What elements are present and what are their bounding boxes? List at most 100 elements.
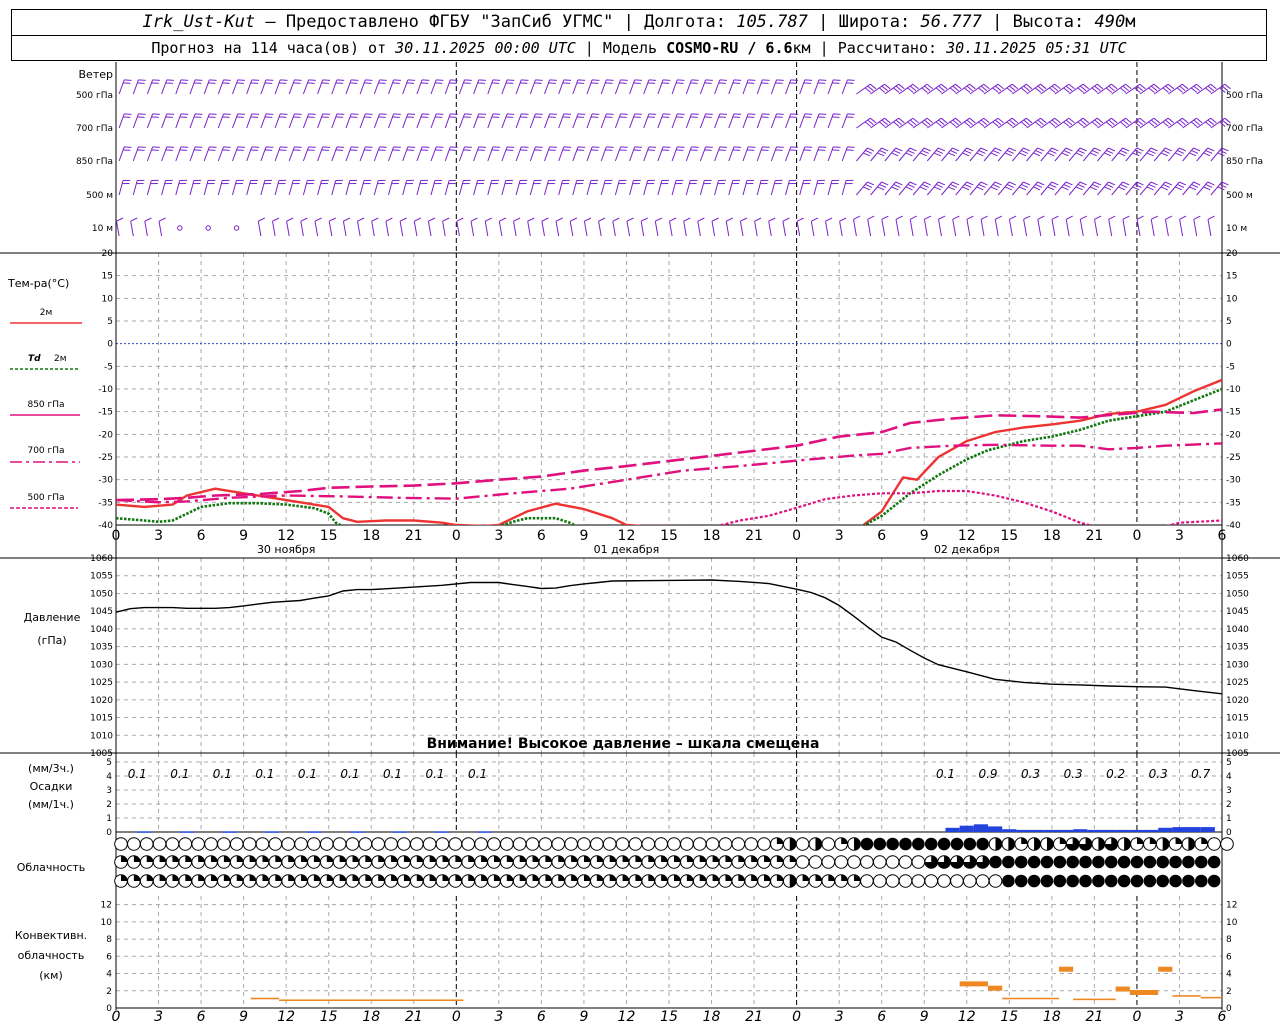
wind-barb [359, 79, 373, 95]
temp-tick-label-right: -20 [1226, 430, 1241, 440]
cloud-fraction-fill [1136, 837, 1144, 844]
cloud-cover-icon [281, 855, 295, 869]
precip-bar [1144, 829, 1159, 832]
cloud-cover-icon [1002, 874, 1015, 888]
wind-barb [742, 79, 756, 95]
wind-barb [527, 217, 535, 237]
cloud-fraction-fill [121, 855, 128, 862]
wind-barb [544, 79, 557, 95]
wind-barb [373, 179, 386, 196]
cloud-cover-icon [1207, 855, 1221, 869]
pressure-tick-label: 1020 [90, 696, 113, 706]
wind-barb [841, 146, 855, 162]
wind-barb [385, 217, 393, 237]
wind-level-850hpa: 850 гПа [76, 157, 113, 167]
cloud-cover-icon [422, 837, 437, 851]
wind-barb [1026, 181, 1045, 196]
wind-barb [870, 147, 889, 162]
wind-barb [756, 113, 770, 129]
wind-barb [246, 113, 260, 129]
cloud-cover-icon [114, 874, 128, 888]
wind-barb [203, 113, 217, 129]
wind-barb [643, 146, 657, 162]
wind-level-500hpa: 500 гПа [76, 91, 113, 101]
hour-tick-label: 9 [579, 528, 588, 544]
pressure-tick-label-right: 1060 [1226, 554, 1249, 564]
cloud-fraction-fill [352, 855, 359, 862]
wind-barb [331, 113, 345, 129]
cloud-outline [512, 837, 527, 851]
wind-barb [657, 113, 671, 129]
cloud-fraction-fill [378, 855, 385, 862]
hour-tick-label-bottom: 15 [660, 1009, 678, 1024]
cloud-cover-icon [782, 837, 797, 851]
wind-barb [317, 79, 331, 95]
wind-barb [614, 113, 628, 129]
wind-calm-circle [233, 225, 240, 231]
cloud-outline [924, 874, 939, 888]
cloud-cover-icon [1182, 874, 1195, 888]
cloud-cover-icons [114, 837, 1234, 888]
precip-bar [959, 825, 974, 832]
precip-bar [137, 831, 152, 833]
wind-barb [331, 179, 343, 196]
cloud-fraction-fill [725, 855, 732, 862]
cloud-fraction-fill [468, 855, 475, 862]
precip-bar [1044, 829, 1059, 832]
wind-barb [302, 179, 315, 196]
cloud-fraction-fill [365, 874, 372, 881]
cloud-overcast [1066, 855, 1079, 869]
cloud-overcast [1104, 874, 1118, 888]
cloud-fraction-fill [506, 855, 514, 862]
cloud-fraction-fill [146, 855, 154, 862]
cloud-cover-icon [319, 837, 334, 851]
precip-bar [1030, 829, 1045, 832]
wind-barb [912, 181, 931, 196]
cloud-cover-icon [178, 837, 193, 851]
cloud-outline [898, 874, 913, 888]
pressure-tick-label: 1025 [90, 678, 113, 688]
cloud-outline [551, 837, 566, 851]
wind-barb [232, 179, 244, 196]
precip-tick-label-right: 2 [1226, 800, 1232, 810]
hour-tick-label-bottom: 21 [745, 1009, 763, 1024]
wind-barb [371, 217, 379, 237]
cloud-fraction-fill [854, 874, 861, 881]
convective-bar [1172, 995, 1201, 997]
cloud-overcast [1130, 855, 1144, 869]
cloud-cover-icon [1156, 874, 1169, 888]
cloud-fraction-fill [1149, 837, 1157, 844]
cloud-cover-icon [538, 874, 553, 888]
cloud-overcast [873, 837, 887, 851]
convective-bar [1073, 998, 1116, 1001]
cloud-fraction-fill [236, 855, 244, 862]
wind-barb [1068, 181, 1087, 196]
cloud-fraction-fill [558, 874, 565, 881]
wind-barb [1082, 181, 1102, 196]
cloud-outline [139, 837, 154, 851]
cloud-cover-icon [268, 837, 283, 851]
cloud-cover-icon [692, 874, 707, 888]
pressure-tick-label: 1010 [90, 731, 113, 741]
temp-tick-label: 20 [102, 249, 114, 259]
cloud-cover-icon [178, 874, 193, 888]
wind-barb [558, 113, 572, 129]
wind-barb [697, 217, 705, 237]
wind-barb [118, 113, 132, 129]
wind-barb [161, 179, 173, 196]
wind-barb [756, 79, 770, 95]
legend-td-symbol: Td [28, 354, 41, 364]
cloud-cover-icon [191, 874, 205, 888]
wind-barb [600, 79, 614, 95]
wind-barb [430, 146, 444, 162]
cloud-fraction-fill [172, 874, 179, 881]
wind-barb [799, 179, 811, 196]
hour-tick-label: 12 [958, 528, 976, 544]
cloud-cover-icon [963, 837, 977, 851]
temp-tick-label-right: 0 [1226, 340, 1232, 350]
wind-barb [600, 146, 614, 162]
cloud-cover-icon [1066, 855, 1079, 869]
wind-barb [232, 79, 245, 95]
cloud-fraction-fill [339, 874, 346, 881]
cloud-cover-icon [371, 837, 386, 851]
